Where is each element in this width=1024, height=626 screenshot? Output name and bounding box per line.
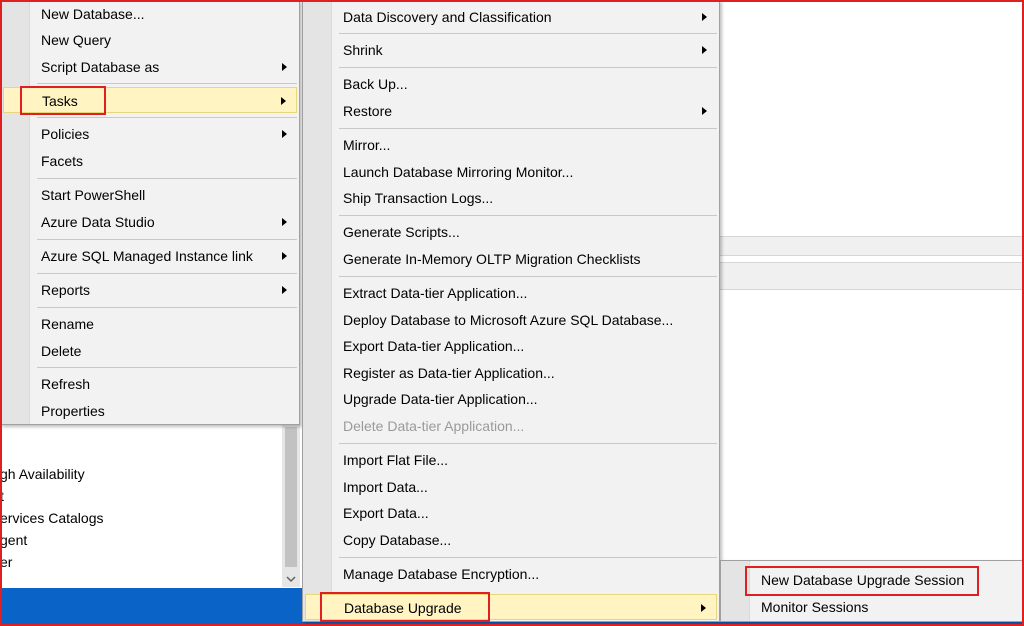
annotation-frame	[0, 0, 1024, 626]
